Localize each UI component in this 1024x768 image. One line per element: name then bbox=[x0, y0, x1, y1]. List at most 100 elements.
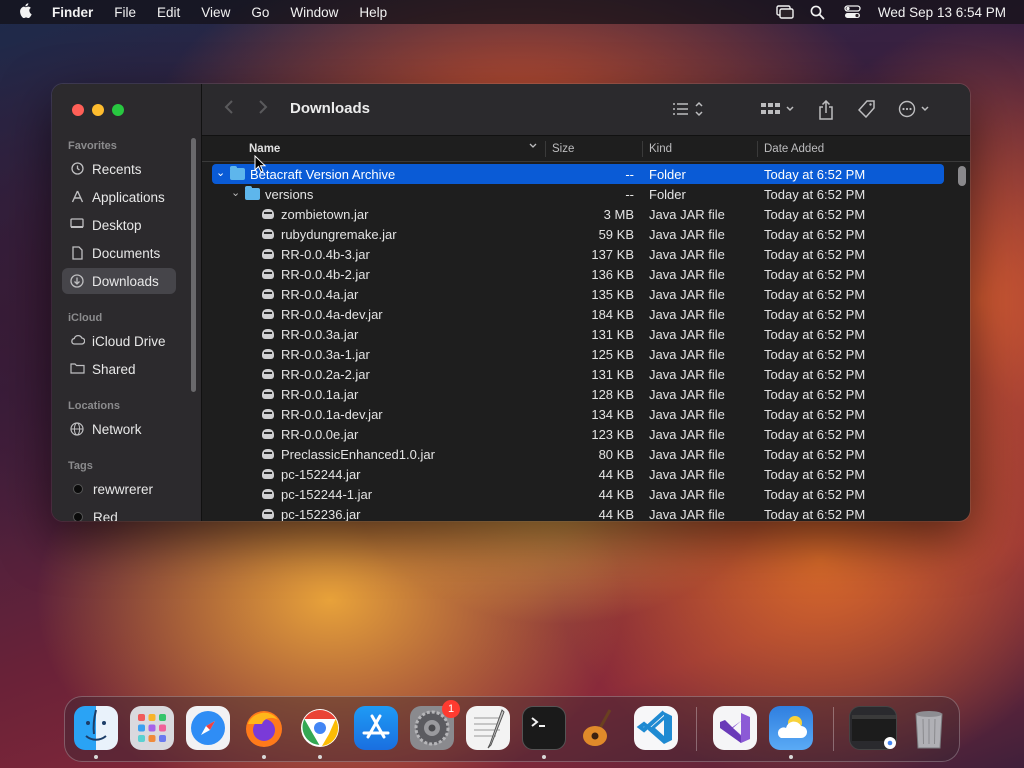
chrome-icon[interactable] bbox=[298, 706, 342, 750]
menu-file[interactable]: File bbox=[114, 5, 136, 20]
visual-studio-icon[interactable] bbox=[713, 706, 757, 750]
minimized-window-icon[interactable] bbox=[849, 706, 897, 750]
table-row[interactable]: rubydungremake.jar 59 KB Java JAR file Toda… bbox=[212, 224, 944, 244]
sidebar-item-label: Applications bbox=[92, 189, 165, 205]
file-size: 137 KB bbox=[591, 247, 634, 262]
minimize-window-button[interactable] bbox=[92, 104, 104, 116]
vscode-icon[interactable] bbox=[634, 706, 678, 750]
sidebar-item-icloud-drive[interactable]: iCloud Drive bbox=[62, 328, 176, 354]
sidebar-tag-rewwrerer[interactable]: rewwrerer bbox=[62, 476, 176, 502]
menu-go[interactable]: Go bbox=[251, 5, 269, 20]
column-kind-header[interactable]: Kind bbox=[649, 143, 672, 155]
java-jar-icon bbox=[262, 389, 274, 399]
sidebar-item-shared[interactable]: Shared bbox=[62, 356, 176, 382]
file-name: RR-0.0.1a.jar bbox=[281, 387, 359, 402]
menu-edit[interactable]: Edit bbox=[157, 5, 180, 20]
sidebar-item-label: iCloud Drive bbox=[92, 333, 166, 349]
table-row[interactable]: zombietown.jar 3 MB Java JAR file Today at … bbox=[212, 204, 944, 224]
share-icon[interactable] bbox=[818, 99, 834, 124]
java-jar-icon bbox=[262, 409, 274, 419]
sidebar-item-recents[interactable]: Recents bbox=[62, 156, 176, 182]
menu-help[interactable]: Help bbox=[359, 5, 387, 20]
finder-icon[interactable] bbox=[74, 706, 118, 750]
running-indicator bbox=[262, 755, 266, 759]
menubar-clock[interactable]: Wed Sep 13 6:54 PM bbox=[878, 5, 1006, 20]
sidebar-item-network[interactable]: Network bbox=[62, 416, 176, 442]
dock-separator bbox=[833, 707, 834, 751]
java-jar-icon bbox=[262, 289, 274, 299]
sidebar-item-desktop[interactable]: Desktop bbox=[62, 212, 176, 238]
sidebar-item-downloads[interactable]: Downloads bbox=[62, 268, 176, 294]
file-name: RR-0.0.3a.jar bbox=[281, 327, 359, 342]
zoom-window-button[interactable] bbox=[112, 104, 124, 116]
file-date-added: Today at 6:52 PM bbox=[764, 427, 866, 442]
terminal-icon[interactable] bbox=[522, 706, 566, 750]
apple-menu-icon[interactable] bbox=[18, 2, 38, 22]
sidebar-tag-red[interactable]: Red bbox=[62, 504, 176, 521]
more-actions-icon[interactable] bbox=[898, 100, 932, 122]
group-view-button[interactable] bbox=[760, 100, 796, 122]
file-date-added: Today at 6:52 PM bbox=[764, 167, 866, 182]
firefox-icon[interactable] bbox=[242, 706, 286, 750]
menu-bar: Finder File Edit View Go Window Help Wed… bbox=[0, 0, 1024, 24]
file-name: RR-0.0.4a.jar bbox=[281, 287, 359, 302]
screen-mirroring-icon[interactable] bbox=[776, 5, 794, 19]
disclosure-chevron-icon[interactable]: ⌄ bbox=[216, 166, 225, 179]
system-settings-icon[interactable]: 1 bbox=[410, 700, 460, 750]
table-row[interactable]: RR-0.0.2a-2.jar 131 KB Java JAR file Today … bbox=[212, 364, 944, 384]
trash-icon[interactable] bbox=[907, 706, 951, 750]
table-row[interactable]: RR-0.0.0e.jar 123 KB Java JAR file Today at… bbox=[212, 424, 944, 444]
menu-finder[interactable]: Finder bbox=[52, 5, 93, 20]
column-date-added-header[interactable]: Date Added bbox=[764, 143, 824, 155]
sidebar-section-locations: Locations bbox=[68, 400, 120, 412]
table-row[interactable]: PreclassicEnhanced1.0.jar 80 KB Java JAR f… bbox=[212, 444, 944, 464]
control-center-icon[interactable] bbox=[844, 5, 861, 19]
weather-icon[interactable] bbox=[769, 706, 813, 750]
table-row[interactable]: RR-0.0.1a-dev.jar 134 KB Java JAR file Toda… bbox=[212, 404, 944, 424]
file-kind: Folder bbox=[649, 187, 686, 202]
sidebar-item-documents[interactable]: Documents bbox=[62, 240, 176, 266]
table-row[interactable]: RR-0.0.4a.jar 135 KB Java JAR file Today at… bbox=[212, 284, 944, 304]
back-button[interactable] bbox=[224, 99, 234, 120]
file-list-scrollbar[interactable] bbox=[958, 166, 966, 186]
table-row[interactable]: RR-0.0.4b-2.jar 136 KB Java JAR file Today … bbox=[212, 264, 944, 284]
file-kind: Java JAR file bbox=[649, 287, 725, 302]
list-view-button[interactable] bbox=[672, 100, 704, 122]
forward-button[interactable] bbox=[258, 99, 268, 120]
file-date-added: Today at 6:52 PM bbox=[764, 467, 866, 482]
sidebar-item-applications[interactable]: Applications bbox=[62, 184, 176, 210]
launchpad-icon[interactable] bbox=[130, 706, 174, 750]
table-row[interactable]: RR-0.0.4a-dev.jar 184 KB Java JAR file Toda… bbox=[212, 304, 944, 324]
sidebar-scrollbar[interactable] bbox=[191, 138, 196, 392]
table-row[interactable]: RR-0.0.1a.jar 128 KB Java JAR file Today at… bbox=[212, 384, 944, 404]
file-name: pc-152236.jar bbox=[281, 507, 361, 521]
sidebar-item-label: rewwrerer bbox=[93, 481, 154, 497]
textedit-icon[interactable] bbox=[466, 706, 510, 750]
file-size: 131 KB bbox=[591, 327, 634, 342]
app-store-icon[interactable] bbox=[354, 706, 398, 750]
table-row[interactable]: RR-0.0.3a.jar 131 KB Java JAR file Today at… bbox=[212, 324, 944, 344]
close-window-button[interactable] bbox=[72, 104, 84, 116]
safari-icon[interactable] bbox=[186, 706, 230, 750]
table-row[interactable]: pc-152236.jar 44 KB Java JAR file Today at … bbox=[212, 504, 944, 521]
file-kind: Java JAR file bbox=[649, 327, 725, 342]
disclosure-chevron-icon[interactable]: ⌄ bbox=[231, 186, 240, 199]
table-row[interactable]: ⌄ versions -- Folder Today at 6:52 PM bbox=[212, 184, 944, 204]
file-date-added: Today at 6:52 PM bbox=[764, 367, 866, 382]
menu-view[interactable]: View bbox=[201, 5, 230, 20]
table-row[interactable]: pc-152244-1.jar 44 KB Java JAR file Today a… bbox=[212, 484, 944, 504]
menu-window[interactable]: Window bbox=[290, 5, 338, 20]
column-size-header[interactable]: Size bbox=[552, 143, 574, 155]
table-row[interactable]: ⌄ Betacraft Version Archive -- Folder Today … bbox=[212, 164, 944, 184]
table-row[interactable]: RR-0.0.4b-3.jar 137 KB Java JAR file Today … bbox=[212, 244, 944, 264]
sort-chevron-icon[interactable] bbox=[528, 141, 538, 154]
spotlight-search-icon[interactable] bbox=[810, 5, 826, 20]
dock: 1 bbox=[64, 696, 960, 762]
column-name-header[interactable]: Name bbox=[249, 143, 280, 155]
java-jar-icon bbox=[262, 329, 274, 339]
tag-icon[interactable] bbox=[857, 100, 876, 122]
file-date-added: Today at 6:52 PM bbox=[764, 327, 866, 342]
table-row[interactable]: pc-152244.jar 44 KB Java JAR file Today at … bbox=[212, 464, 944, 484]
garageband-icon[interactable] bbox=[578, 706, 622, 750]
table-row[interactable]: RR-0.0.3a-1.jar 125 KB Java JAR file Today … bbox=[212, 344, 944, 364]
